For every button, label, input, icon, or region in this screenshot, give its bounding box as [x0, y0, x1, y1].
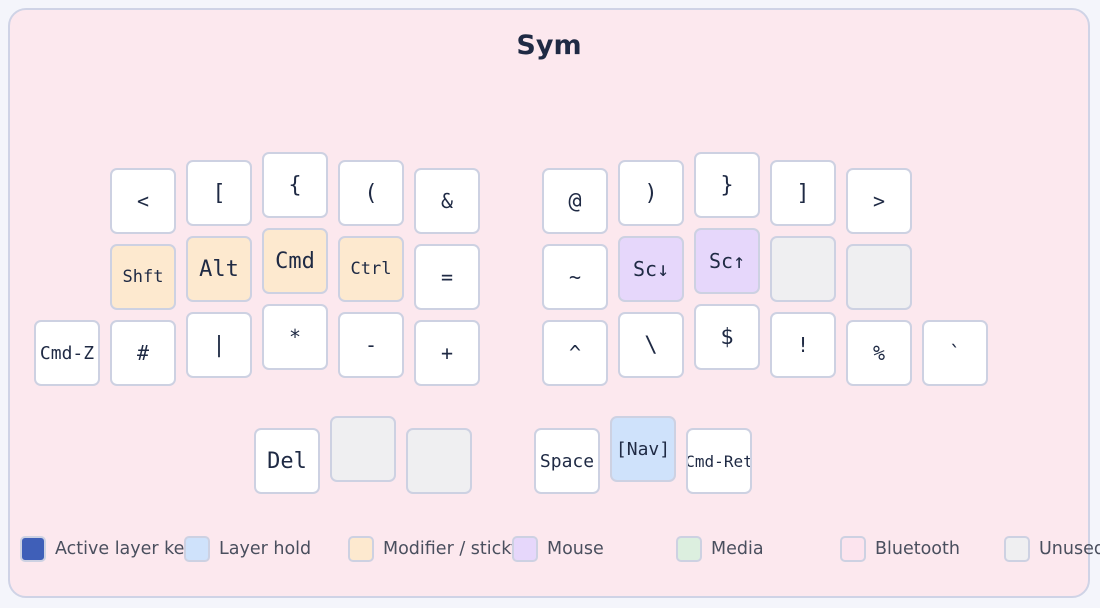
legend-label: Modifier / sticky — [383, 539, 514, 559]
key-left-row1-col2: { — [262, 152, 328, 218]
legend-label: Layer hold — [219, 539, 312, 559]
key-left-row2-alt: Alt — [186, 236, 252, 302]
key-left-row3-col2: * — [262, 304, 328, 370]
legend-swatch — [348, 536, 374, 562]
legend-unused: Unused — [1004, 534, 1100, 564]
key-left-thumb-unused-2 — [406, 428, 472, 494]
legend-label: Unused — [1039, 539, 1100, 559]
key-left-thumb-del: Del — [254, 428, 320, 494]
key-right-row2-col0: ~ — [542, 244, 608, 310]
layer-title: Sym — [516, 30, 582, 61]
key-right-row2-scroll-down: Sc↓ — [618, 236, 684, 302]
key-right-thumb-space: Space — [534, 428, 600, 494]
key-right-row1-col3: ] — [770, 160, 836, 226]
key-right-row1-col1: ) — [618, 160, 684, 226]
key-right-row1-col4: > — [846, 168, 912, 234]
legend-modifier-sticky: Modifier / sticky — [348, 534, 514, 564]
key-left-row1-col1: [ — [186, 160, 252, 226]
key-right-row3-col2: $ — [694, 304, 760, 370]
key-left-row1-col4: & — [414, 168, 480, 234]
key-left-row1-col0: < — [110, 168, 176, 234]
key-left-row3-col1: | — [186, 312, 252, 378]
legend-label: Bluetooth — [875, 539, 960, 559]
key-left-row2-cmd: Cmd — [262, 228, 328, 294]
legend-swatch — [20, 536, 46, 562]
legend-swatch — [512, 536, 538, 562]
key-right-row1-col2: } — [694, 152, 760, 218]
legend-active-layer-key: Active layer key — [20, 534, 186, 564]
key-right-row2-unused-1 — [770, 236, 836, 302]
key-right-thumb-nav-layer: [Nav] — [610, 416, 676, 482]
legend-bluetooth: Bluetooth — [840, 534, 960, 564]
legend-label: Media — [711, 539, 764, 559]
key-right-row3-col4: % — [846, 320, 912, 386]
key-left-thumb-unused-1 — [330, 416, 396, 482]
legend-layer-hold: Layer hold — [184, 534, 311, 564]
key-right-row2-scroll-up: Sc↑ — [694, 228, 760, 294]
key-left-row3-col4: + — [414, 320, 480, 386]
key-right-row3-col0: ^ — [542, 320, 608, 386]
key-right-thumb-cmd-ret: Cmd-Ret — [686, 428, 752, 494]
key-right-row2-unused-2 — [846, 244, 912, 310]
legend-media: Media — [676, 534, 764, 564]
legend-swatch — [184, 536, 210, 562]
key-right-row3-col3: ! — [770, 312, 836, 378]
key-right-row3-outer: ` — [922, 320, 988, 386]
key-left-row3-col3: - — [338, 312, 404, 378]
legend-swatch — [676, 536, 702, 562]
key-left-row2-col4: = — [414, 244, 480, 310]
key-left-row1-col3: ( — [338, 160, 404, 226]
legend-swatch — [1004, 536, 1030, 562]
key-right-row1-col0: @ — [542, 168, 608, 234]
key-left-row2-shift: Shft — [110, 244, 176, 310]
key-left-row3-outer: Cmd-Z — [34, 320, 100, 386]
key-left-row3-col0: # — [110, 320, 176, 386]
key-right-row3-col1: \ — [618, 312, 684, 378]
key-left-row2-ctrl: Ctrl — [338, 236, 404, 302]
legend-label: Mouse — [547, 539, 604, 559]
legend-swatch — [840, 536, 866, 562]
legend-label: Active layer key — [55, 539, 186, 559]
legend-mouse: Mouse — [512, 534, 604, 564]
